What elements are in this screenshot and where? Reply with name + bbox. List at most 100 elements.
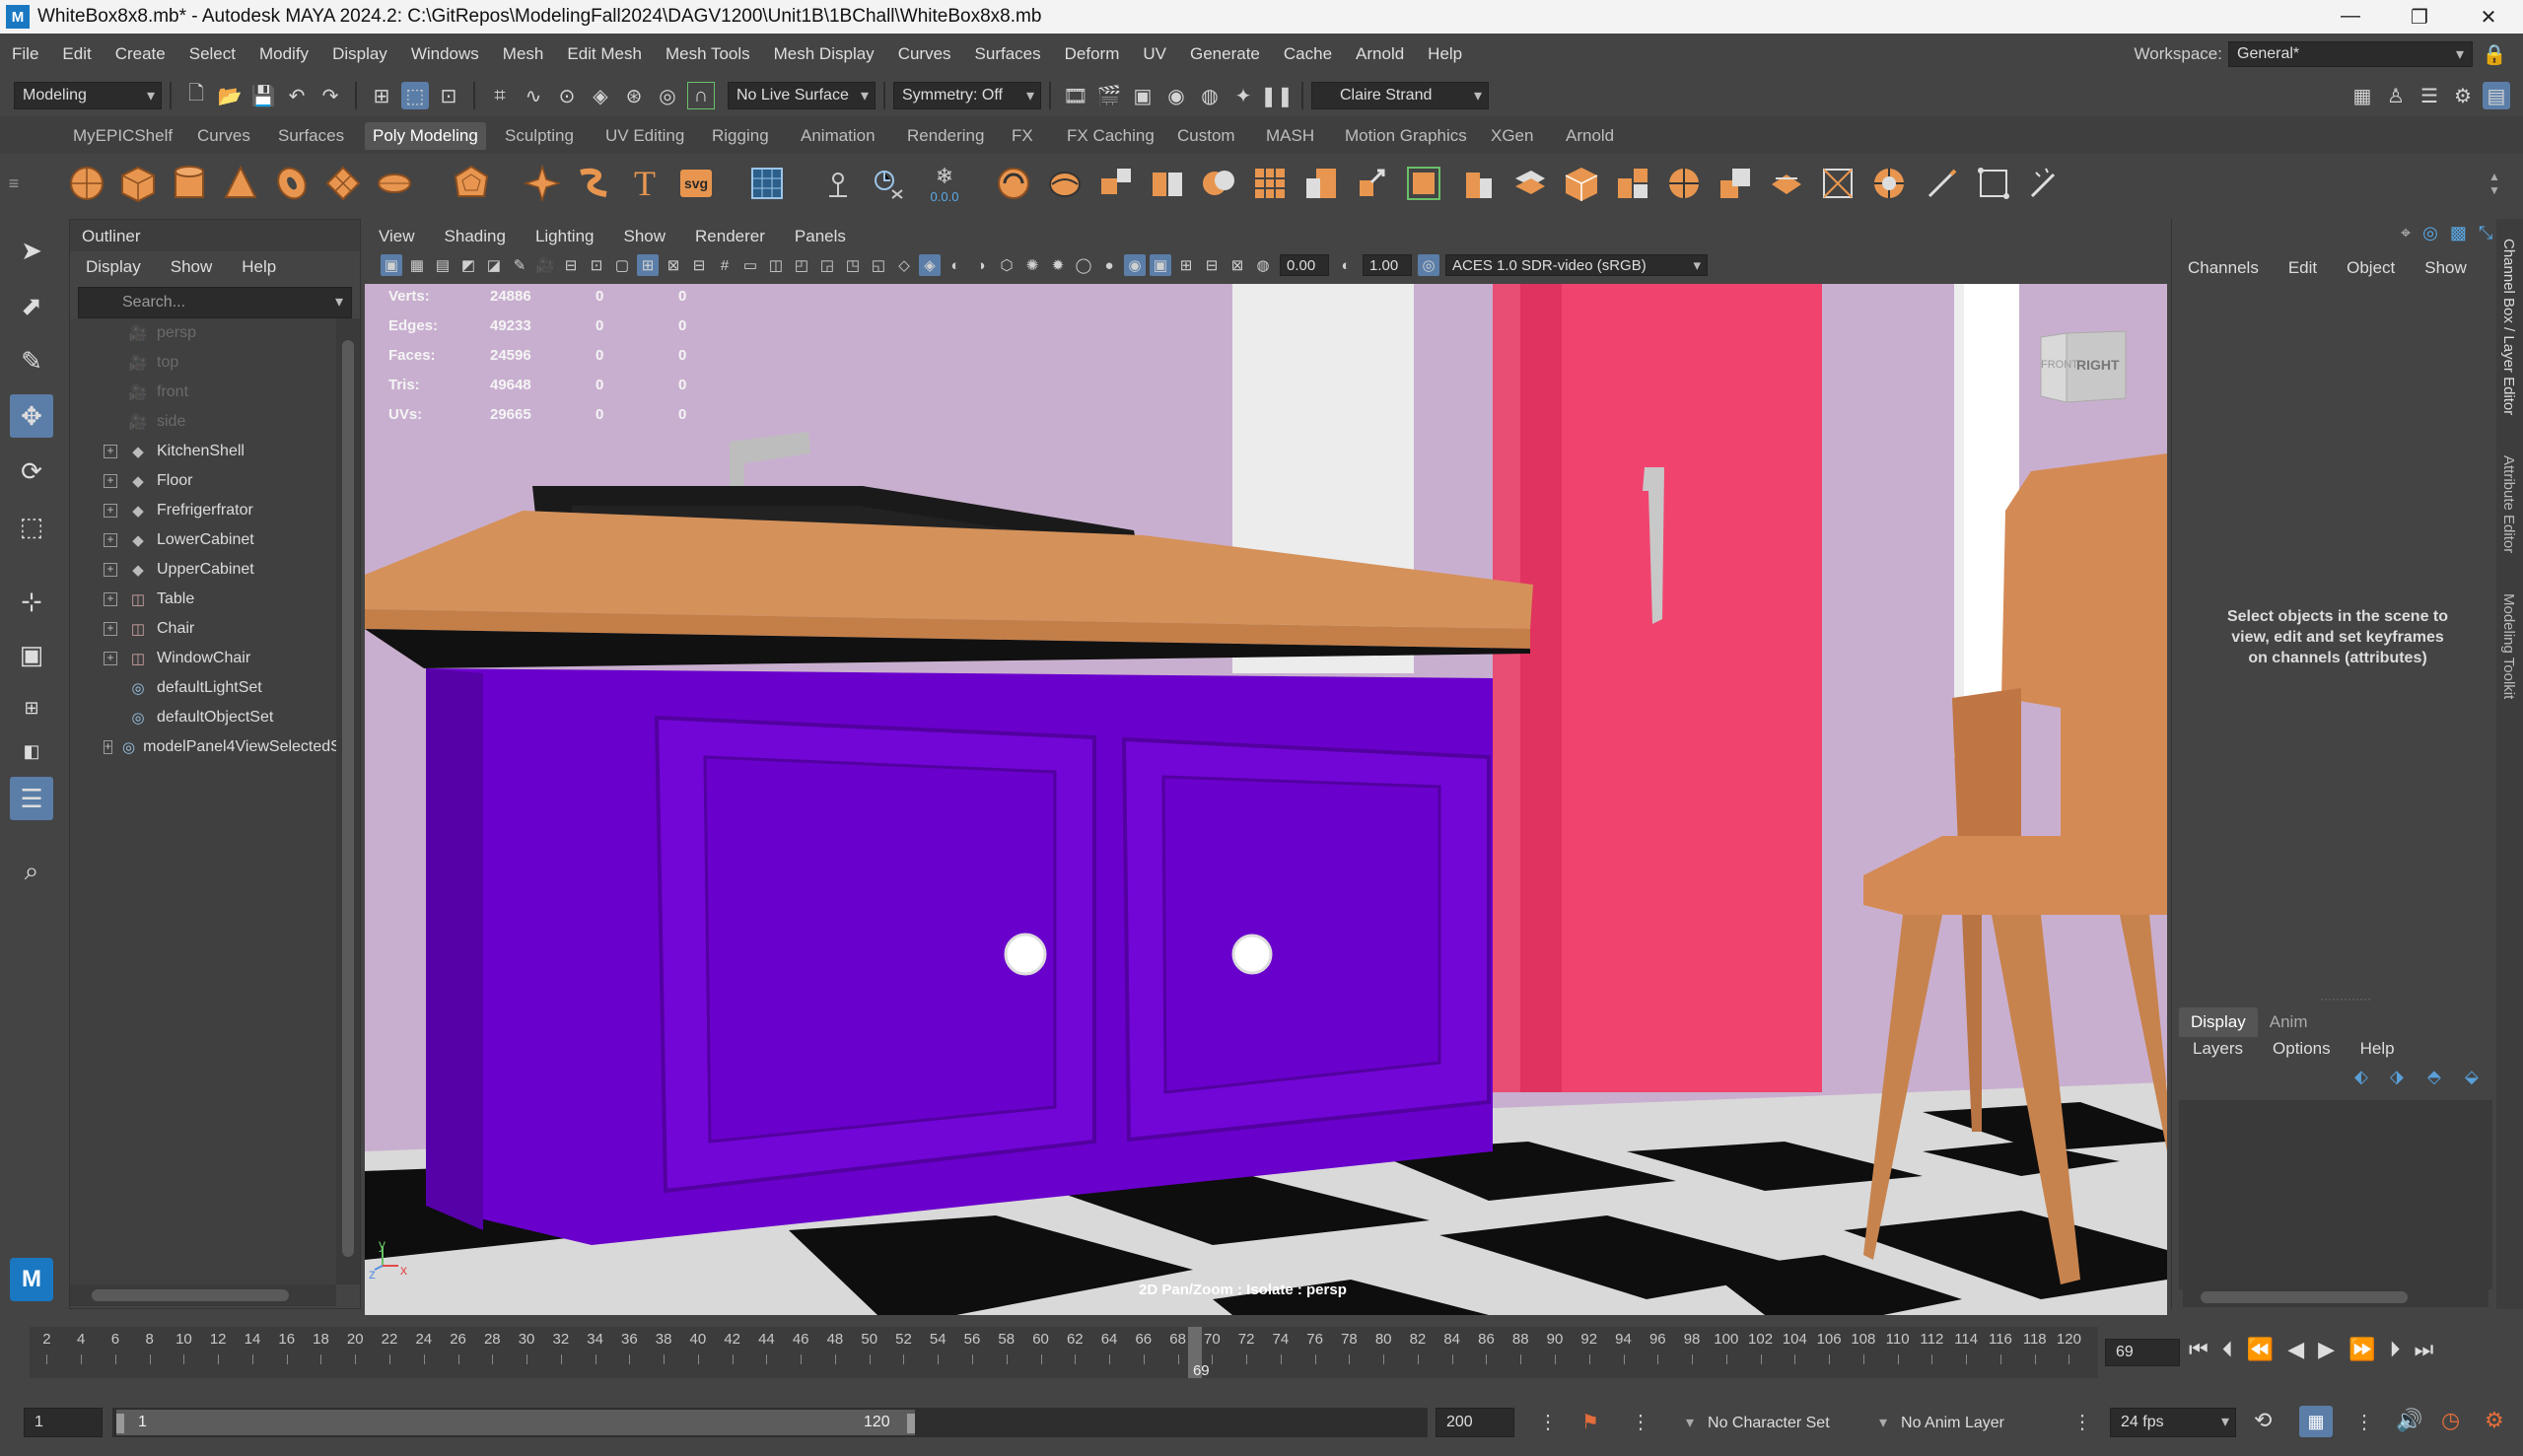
scene-end-field[interactable]: 200	[1436, 1408, 1514, 1437]
menu-surfaces[interactable]: Surfaces	[963, 44, 1053, 64]
outliner-item[interactable]: 🎥 front	[70, 378, 336, 407]
menu-deform[interactable]: Deform	[1053, 44, 1132, 64]
slide-edge-icon[interactable]	[1765, 162, 1808, 205]
outliner-horizontal-scrollbar[interactable]	[70, 1284, 336, 1306]
shadows-icon[interactable]: ◑	[970, 254, 992, 276]
current-frame-field[interactable]: 69	[2105, 1339, 2180, 1366]
screen-space-ao-icon[interactable]: ⬡	[996, 254, 1017, 276]
xray-toggle-icon[interactable]: ◉	[1124, 254, 1146, 276]
shelf-tab-custom[interactable]: Custom	[1169, 122, 1243, 150]
isolate-select-icon[interactable]: ●	[1098, 254, 1120, 276]
snap-view-plane-icon[interactable]: ◈	[587, 82, 614, 109]
bool-union-icon[interactable]	[1146, 162, 1189, 205]
hud-icon[interactable]: ⊞	[1175, 254, 1197, 276]
menu-curves[interactable]: Curves	[886, 44, 963, 64]
side-tab-attribute-editor[interactable]: Attribute Editor	[2500, 455, 2517, 553]
bounding-box-icon[interactable]	[1972, 162, 2015, 205]
select-component-icon[interactable]: ⊡	[435, 82, 462, 109]
magnet-icon[interactable]: ∩	[687, 82, 715, 109]
new-scene-icon[interactable]: 🗋	[182, 82, 210, 109]
outliner-item[interactable]: + ◫ Table	[70, 585, 336, 614]
uv-grid-icon[interactable]	[745, 162, 789, 205]
outliner-item[interactable]: 🎥 persp	[70, 318, 336, 348]
bridge-icon[interactable]	[1043, 162, 1086, 205]
workspace-dropdown[interactable]: General*	[2228, 41, 2473, 67]
menu-create[interactable]: Create	[104, 44, 177, 64]
menu-mesh-tools[interactable]: Mesh Tools	[654, 44, 762, 64]
resolution-gate-icon[interactable]: ⊡	[586, 254, 607, 276]
outliner-item[interactable]: + ◆ LowerCabinet	[70, 525, 336, 555]
redo-icon[interactable]: ↷	[316, 82, 344, 109]
anim-layer-dropdown[interactable]: ▾ No Anim Layer	[1869, 1408, 2063, 1437]
outliner-item[interactable]: + ◆ UpperCabinet	[70, 555, 336, 585]
loop-icon[interactable]: ⟲	[2254, 1408, 2272, 1433]
gate-mask-icon[interactable]: ▢	[611, 254, 633, 276]
shelf-menu-icon[interactable]: ≡	[4, 162, 24, 205]
wireframe-icon[interactable]: ▭	[739, 254, 761, 276]
outliner-item[interactable]: ◎ defaultObjectSet	[70, 703, 336, 732]
shelf-tab-xgen[interactable]: XGen	[1483, 122, 1541, 150]
keyframe-marker-icon[interactable]: ⋮	[1538, 1410, 1558, 1434]
move-layer-down-icon[interactable]: ⬗	[2390, 1067, 2404, 1087]
wedge-icon[interactable]	[1867, 162, 1911, 205]
expand-toggle-icon[interactable]: +	[104, 622, 117, 636]
expand-toggle-icon[interactable]: +	[104, 533, 117, 547]
film-gate-icon[interactable]: ⊟	[560, 254, 582, 276]
outliner-item[interactable]: 🎥 side	[70, 407, 336, 437]
modeling-toolkit-icon[interactable]: ▦	[2348, 82, 2376, 109]
poly-disc-icon[interactable]	[373, 162, 416, 205]
grease-pencil-icon[interactable]: ✎	[509, 254, 530, 276]
outliner-persp-layout-icon[interactable]: ◧	[10, 729, 53, 773]
menu-cache[interactable]: Cache	[1272, 44, 1344, 64]
expand-toggle-icon[interactable]: +	[104, 652, 117, 665]
image-plane-icon[interactable]: ◩	[457, 254, 479, 276]
channel-box-expand-icon[interactable]: ⤡	[2479, 223, 2492, 243]
poly-sphere-icon[interactable]	[65, 162, 108, 205]
layer-tab-display[interactable]: Display	[2179, 1007, 2258, 1037]
textured-icon[interactable]: ◈	[919, 254, 941, 276]
splitter-handle[interactable]: ·············	[2320, 992, 2371, 1005]
attribute-editor-icon[interactable]: ☰	[2416, 82, 2443, 109]
symmetry-dropdown[interactable]: Symmetry: Off	[893, 82, 1041, 109]
maximize-button[interactable]: ❐	[2385, 5, 2454, 30]
menu-generate[interactable]: Generate	[1178, 44, 1272, 64]
poly-cone-icon[interactable]	[219, 162, 262, 205]
animation-preferences-icon[interactable]: ⚙	[2485, 1408, 2504, 1433]
side-tab-modeling-toolkit[interactable]: Modeling Toolkit	[2500, 593, 2517, 699]
snap-surface-icon[interactable]: ◎	[654, 82, 681, 109]
poke-icon[interactable]	[1402, 162, 1445, 205]
shelf-tab-myepicshelf[interactable]: MyEPICShelf	[65, 122, 180, 150]
channel-box-refresh-icon[interactable]: ◎	[2422, 223, 2438, 243]
svg-tool-icon[interactable]: svg	[674, 162, 718, 205]
sound-icon[interactable]: 🔊	[2396, 1408, 2422, 1433]
channel-menu-edit[interactable]: Edit	[2288, 258, 2317, 278]
select-object-icon[interactable]: ⬚	[401, 82, 429, 109]
expand-toggle-icon[interactable]: +	[104, 592, 117, 606]
layer-horizontal-scrollbar[interactable]	[2183, 1287, 2488, 1307]
shelf-tab-mash[interactable]: MASH	[1258, 122, 1322, 150]
menu-windows[interactable]: Windows	[399, 44, 491, 64]
poly-torus-icon[interactable]	[270, 162, 314, 205]
save-scene-icon[interactable]: 💾	[249, 82, 277, 109]
rotate-tool-icon[interactable]: ⟳	[10, 450, 53, 493]
range-end-handle[interactable]	[907, 1414, 915, 1433]
new-layer-selected-icon[interactable]: ⬙	[2465, 1067, 2479, 1087]
user-account-dropdown[interactable]: Claire Strand	[1311, 82, 1489, 109]
separate-icon[interactable]	[866, 162, 909, 205]
render-settings-icon[interactable]: 🎬	[1095, 82, 1123, 109]
target-weld-icon[interactable]	[1662, 162, 1706, 205]
outliner-menu-display[interactable]: Display	[86, 257, 141, 277]
append-icon[interactable]	[1457, 162, 1501, 205]
shelf-tab-poly-modeling[interactable]: Poly Modeling	[365, 122, 486, 150]
outliner-menu-help[interactable]: Help	[242, 257, 276, 277]
paint-select-icon[interactable]: ✎	[10, 339, 53, 382]
safe-title-icon[interactable]: ⊟	[688, 254, 710, 276]
select-camera-icon[interactable]: ▣	[381, 254, 402, 276]
make-live-icon[interactable]: ⊛	[620, 82, 648, 109]
wireframe-on-shaded-icon[interactable]: ◰	[791, 254, 812, 276]
time-ruler[interactable]: 69 2 4 6 8 10 12 14 16 18 20 22 24 26 28 30 32 34 36 38 40 4…	[30, 1327, 2098, 1379]
shelf-tab-arnold[interactable]: Arnold	[1558, 122, 1622, 150]
ipr-render-icon[interactable]: ▣	[1129, 82, 1156, 109]
outliner-item[interactable]: + ◆ Frefrigerfrator	[70, 496, 336, 525]
mirror-icon[interactable]	[1248, 162, 1292, 205]
